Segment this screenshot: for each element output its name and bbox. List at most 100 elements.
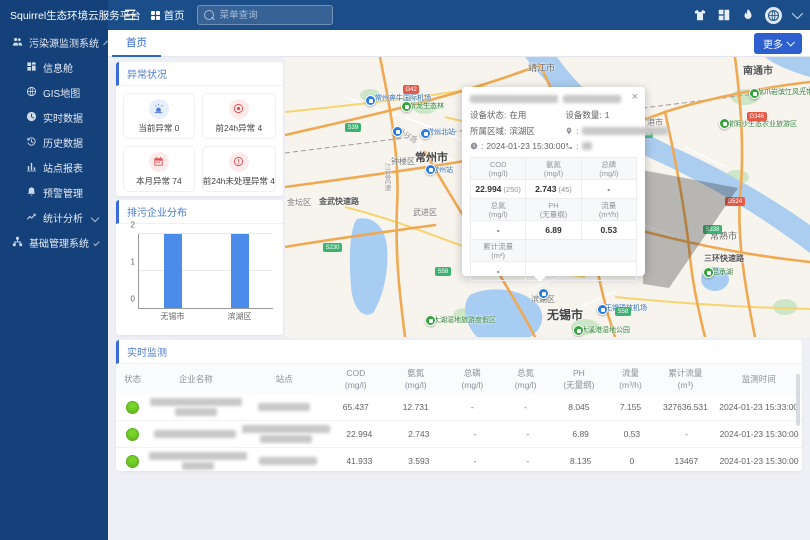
report-icon: [26, 161, 37, 175]
trend-icon: [26, 211, 37, 225]
map[interactable]: 靖江市南通市常州奔牛国际机场新龙生态林常州北站常州市钟楼区常州站外环路江宜高速金…: [285, 57, 810, 337]
bar-无锡市[interactable]: [164, 234, 182, 308]
sidebar-item-基础管理系统[interactable]: 基础管理系统: [0, 230, 108, 255]
sidebar-item-站点报表[interactable]: 站点报表: [0, 155, 108, 180]
popup-time: 2024-01-23 15:30:00: [486, 141, 565, 151]
sidebar-item-污染源监测系统[interactable]: 污染源监测系统: [0, 30, 108, 55]
value-cell: -: [501, 456, 554, 466]
panel-enterprise-distribution: 排污企业分布 012无锡市滨湖区: [116, 200, 283, 335]
clock-icon: [26, 111, 37, 125]
sidebar-item-历史数据[interactable]: 历史数据: [0, 130, 108, 155]
park-marker-icon[interactable]: [401, 101, 412, 112]
map-label: 无锡市: [547, 306, 583, 323]
park-marker-icon[interactable]: [749, 88, 760, 99]
sidebar-item-预警管理[interactable]: 预警管理: [0, 180, 108, 205]
map-label: 武进区: [413, 207, 437, 218]
road-badge: G524: [725, 197, 745, 206]
monitor-time-cell: 2024-01-23 15:30:00: [716, 456, 802, 466]
system-icon: [12, 236, 23, 250]
sidebar-item-GIS地图[interactable]: GIS地图: [0, 80, 108, 105]
sidebar-item-统计分析[interactable]: 统计分析: [0, 205, 108, 230]
y-axis-tick: 1: [131, 258, 135, 267]
lake-marker-icon[interactable]: [703, 267, 714, 278]
stat-card[interactable]: 本月异常 74: [123, 146, 195, 192]
transit-marker-icon[interactable]: [392, 126, 403, 137]
address-redacted: [582, 127, 668, 135]
sidebar-item-实时数据[interactable]: 实时数据: [0, 105, 108, 130]
y-axis-tick: 2: [131, 221, 135, 230]
district-marker-icon[interactable]: [538, 288, 549, 299]
map-label: 南通市: [743, 62, 773, 77]
chevron-down-icon[interactable]: [792, 8, 803, 19]
value-cell: -: [449, 456, 502, 466]
value-cell: 22.994: [330, 429, 389, 439]
column-header-总磷: 总磷(mg/l): [446, 368, 499, 390]
road-badge: S230: [323, 243, 342, 252]
device-count-value: 1: [605, 110, 610, 120]
train-station-marker-icon[interactable]: [420, 128, 431, 139]
menu-search[interactable]: [197, 5, 333, 25]
topbar-home-link[interactable]: 首页: [151, 8, 185, 23]
road-badge: G346: [747, 112, 767, 121]
tab-home[interactable]: 首页: [112, 30, 161, 57]
flame-icon[interactable]: [741, 8, 755, 22]
value-cell: 6.89: [554, 429, 607, 439]
blur-block: [182, 462, 214, 470]
metric-value: 2.743(45): [526, 180, 581, 199]
map-label: 常州市: [415, 149, 448, 165]
airport-marker-icon[interactable]: [365, 95, 376, 106]
value-cell: -: [448, 429, 501, 439]
grid-icon: [151, 11, 160, 20]
hamburger-menu-icon[interactable]: ☰: [124, 0, 137, 30]
road-badge: S39: [345, 123, 361, 132]
more-button[interactable]: 更多: [754, 33, 802, 54]
table-row[interactable]: 22.9942.743--6.890.53-2024-01-23 15:30:0…: [116, 421, 802, 448]
blur-block: [149, 452, 247, 460]
phone-separator: :: [576, 141, 578, 151]
search-input[interactable]: [218, 9, 326, 22]
airport-marker-icon[interactable]: [597, 304, 608, 315]
layout-icon[interactable]: [717, 8, 731, 22]
metric-value: -: [582, 180, 637, 199]
stat-card[interactable]: 前24h异常 4: [202, 93, 276, 139]
column-header-状态: 状态: [116, 374, 149, 384]
metric-value: [526, 262, 637, 281]
blur-block: [259, 457, 317, 465]
column-header-总氮: 总氮(mg/l): [499, 368, 552, 390]
metric-value: -: [471, 221, 526, 240]
metric-value: 0.53: [582, 221, 637, 240]
topbar-actions: [693, 7, 810, 24]
column-header-企业名称: 企业名称: [149, 374, 242, 384]
device-count-label: 设备数量:: [565, 109, 601, 121]
stat-card[interactable]: 当前异常 0: [123, 93, 195, 139]
table-row[interactable]: 41.9333.593--8.1350134672024-01-23 15:30…: [116, 448, 802, 471]
more-button-label: 更多: [763, 36, 783, 51]
siren-icon: [149, 99, 169, 119]
park-marker-icon[interactable]: [573, 325, 584, 336]
park-marker-icon[interactable]: [719, 118, 730, 129]
stat-card[interactable]: 前24h未处理异常 4: [202, 146, 276, 192]
table-row[interactable]: 65.43712.731--8.0457.155327636.5312024-0…: [116, 394, 802, 421]
shirt-theme-icon[interactable]: [693, 8, 707, 22]
column-header-氨氮: 氨氮(mg/l): [386, 368, 446, 390]
panel-title: 排污企业分布: [116, 200, 283, 224]
metric-value: -: [471, 262, 526, 281]
table-scrollbar[interactable]: [796, 374, 800, 426]
exclaim-icon: [229, 152, 249, 172]
content-area: 靖江市南通市常州奔牛国际机场新龙生态林常州北站常州市钟楼区常州站外环路江宜高速金…: [108, 57, 810, 540]
map-label: 金坛区: [287, 197, 311, 208]
column-header-COD: COD(mg/l): [326, 368, 386, 390]
train-station-marker-icon[interactable]: [425, 164, 436, 175]
sidebar-item-信息舱[interactable]: 信息舱: [0, 55, 108, 80]
close-icon[interactable]: ×: [632, 91, 638, 103]
bar-滨湖区[interactable]: [231, 234, 249, 308]
value-cell: -: [446, 402, 499, 412]
value-cell: 0.53: [607, 429, 657, 439]
company-name-redacted: [149, 398, 242, 416]
pin-separator: :: [576, 126, 578, 136]
x-axis-label: 无锡市: [139, 311, 206, 322]
park-marker-icon[interactable]: [425, 315, 436, 326]
avatar[interactable]: [765, 7, 782, 24]
chevron-down-icon: [786, 38, 794, 46]
value-cell: 8.135: [554, 456, 607, 466]
